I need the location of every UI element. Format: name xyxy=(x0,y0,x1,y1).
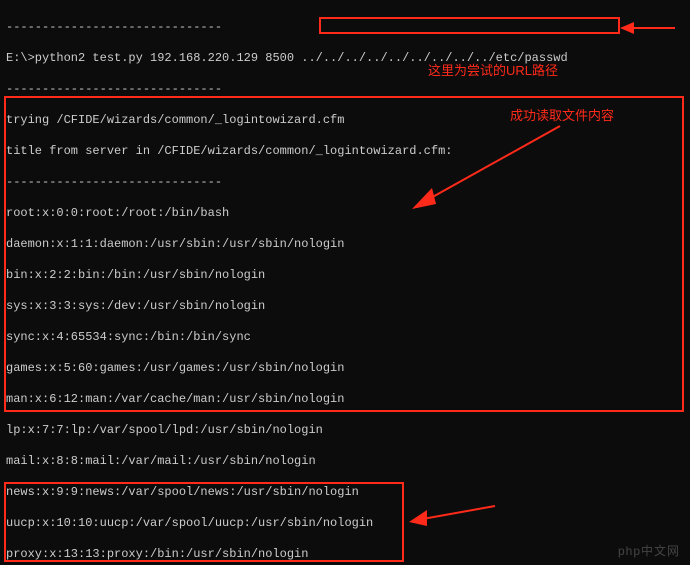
sep-line: ------------------------------ xyxy=(6,175,684,191)
try-line: title from server in /CFIDE/wizards/comm… xyxy=(6,144,684,160)
passwd-line: news:x:9:9:news:/var/spool/news:/usr/sbi… xyxy=(6,485,684,501)
passwd-line: root:x:0:0:root:/root:/bin/bash xyxy=(6,206,684,222)
watermark: php中文网 xyxy=(618,544,680,560)
passwd-line: games:x:5:60:games:/usr/games:/usr/sbin/… xyxy=(6,361,684,377)
passwd-line: daemon:x:1:1:daemon:/usr/sbin:/usr/sbin/… xyxy=(6,237,684,253)
passwd-line: lp:x:7:7:lp:/var/spool/lpd:/usr/sbin/nol… xyxy=(6,423,684,439)
sep-line: ------------------------------ xyxy=(6,82,684,98)
terminal-output: ------------------------------ E:\>pytho… xyxy=(0,0,690,565)
passwd-line: uucp:x:10:10:uucp:/var/spool/uucp:/usr/s… xyxy=(6,516,684,532)
try-line: trying /CFIDE/wizards/common/_logintowiz… xyxy=(6,113,684,129)
passwd-line: mail:x:8:8:mail:/var/mail:/usr/sbin/nolo… xyxy=(6,454,684,470)
passwd-line: proxy:x:13:13:proxy:/bin:/usr/sbin/nolog… xyxy=(6,547,684,563)
prompt-line[interactable]: E:\>python2 test.py 192.168.220.129 8500… xyxy=(6,51,684,67)
passwd-line: sync:x:4:65534:sync:/bin:/bin/sync xyxy=(6,330,684,346)
sep-line: ------------------------------ xyxy=(6,20,684,36)
passwd-line: man:x:6:12:man:/var/cache/man:/usr/sbin/… xyxy=(6,392,684,408)
passwd-line: bin:x:2:2:bin:/bin:/usr/sbin/nologin xyxy=(6,268,684,284)
passwd-line: sys:x:3:3:sys:/dev:/usr/sbin/nologin xyxy=(6,299,684,315)
